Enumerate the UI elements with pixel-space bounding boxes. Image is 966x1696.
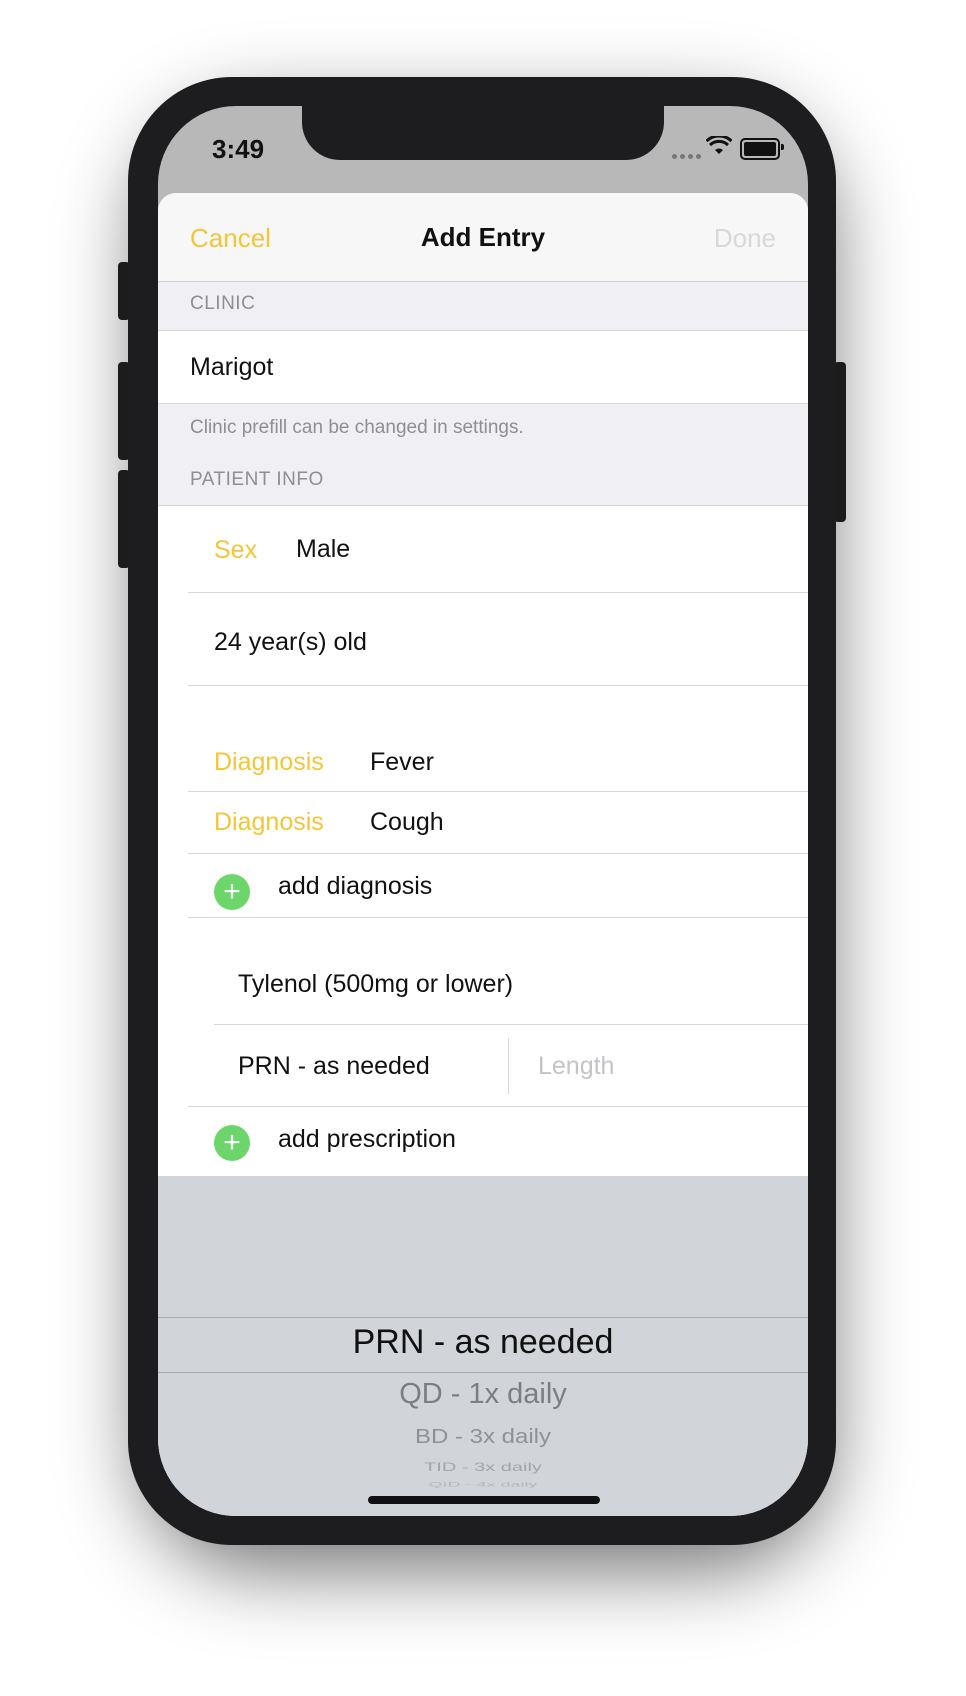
age-value[interactable]: 24 year(s) old: [214, 628, 367, 657]
patient-info-group: Sex Male 24 year(s) old Diagnosis Fever …: [158, 505, 808, 1116]
signal-icon: [672, 146, 704, 164]
diagnosis-label-1: Diagnosis: [214, 748, 324, 776]
diagnosis-value-2[interactable]: Cough: [370, 808, 444, 837]
picker-option[interactable]: BD - 3x daily: [158, 1425, 808, 1449]
notch: [302, 106, 664, 160]
sex-label: Sex: [214, 536, 258, 564]
add-diagnosis-icon[interactable]: +: [214, 874, 250, 910]
add-prescription-button[interactable]: add prescription: [278, 1125, 456, 1154]
divider: [508, 1038, 509, 1094]
add-diagnosis-button[interactable]: add diagnosis: [278, 872, 432, 901]
picker-selected-option[interactable]: PRN - as needed: [158, 1323, 808, 1362]
picker-option[interactable]: QID - 4x daily: [158, 1481, 808, 1488]
picker-selection-top: [158, 1317, 808, 1318]
prescription-frequency[interactable]: PRN - as needed: [238, 1052, 430, 1081]
add-entry-sheet: Cancel Add Entry Done CLINIC Marigot Cli…: [158, 193, 808, 1516]
add-prescription-row[interactable]: + add prescription: [158, 1115, 808, 1177]
home-indicator[interactable]: [368, 1496, 600, 1504]
prescription-drug[interactable]: Tylenol (500mg or lower): [238, 970, 513, 999]
picker-option[interactable]: QD - 1x daily: [158, 1378, 808, 1411]
patient-section-header: PATIENT INFO: [190, 469, 324, 490]
clinic-value[interactable]: Marigot: [190, 353, 273, 382]
diagnosis-value-1[interactable]: Fever: [370, 748, 434, 777]
divider: [188, 592, 808, 593]
divider: [214, 1024, 808, 1025]
diagnosis-label-2: Diagnosis: [214, 808, 324, 836]
clinic-footer: Clinic prefill can be changed in setting…: [190, 417, 524, 438]
divider: [188, 1106, 808, 1107]
length-input[interactable]: Length: [538, 1052, 614, 1081]
battery-icon: [740, 138, 784, 160]
nav-title: Add Entry: [420, 222, 546, 252]
status-time: 3:49: [212, 134, 265, 164]
status-bar: 3:49: [158, 106, 808, 192]
clinic-cell[interactable]: Marigot: [158, 330, 808, 404]
add-prescription-icon[interactable]: +: [214, 1125, 250, 1161]
sex-value[interactable]: Male: [296, 535, 350, 564]
screen: 3:49 Cancel Add Entry Done CLINIC Marigo…: [158, 106, 808, 1516]
divider: [188, 917, 808, 918]
divider: [188, 853, 808, 854]
divider: [188, 685, 808, 686]
done-button[interactable]: Done: [714, 223, 776, 254]
wifi-icon: [706, 136, 732, 154]
clinic-section-header: CLINIC: [190, 293, 256, 314]
picker-option[interactable]: TID - 3x daily: [158, 1461, 808, 1475]
divider: [188, 791, 808, 792]
nav-bar: Cancel Add Entry Done: [158, 193, 808, 282]
frequency-picker[interactable]: PRN - as needed QD - 1x daily BD - 3x da…: [158, 1176, 808, 1516]
picker-selection-bottom: [158, 1372, 808, 1373]
